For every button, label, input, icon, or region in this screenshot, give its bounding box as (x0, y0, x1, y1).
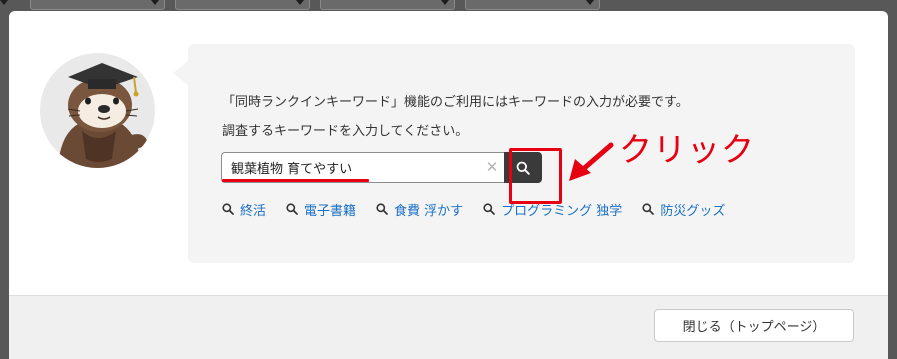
mascot-avatar (40, 53, 155, 168)
keyword-required-modal: 「同時ランクインキーワード」機能のご利用にはキーワードの入力が必要です。 調査す… (9, 11, 888, 359)
suggested-keyword-label: 終活 (240, 203, 267, 219)
chevron-down-icon (151, 0, 159, 5)
suggested-keyword-link[interactable]: 終活 (222, 200, 267, 219)
modal-body: 「同時ランクインキーワード」機能のご利用にはキーワードの入力が必要です。 調査す… (9, 11, 888, 295)
suggested-keyword-link[interactable]: 防災グッズ (642, 200, 726, 219)
modal-footer: 閉じる（トップページ） (9, 295, 888, 359)
suggested-keyword-link[interactable]: 電子書籍 (286, 200, 357, 219)
chevron-down-icon (441, 0, 449, 5)
annotation-highlight-box (509, 148, 562, 204)
chevron-down-icon (296, 0, 304, 5)
chevron-down-icon (0, 0, 8, 5)
suggested-keyword-label: 防災グッズ (660, 203, 726, 219)
highlight-underline (222, 179, 369, 182)
suggested-keyword-label: 食費 浮かす (394, 203, 464, 219)
annotation-label: クリック (619, 130, 755, 169)
search-icon (286, 203, 298, 215)
background-select (30, 0, 165, 10)
close-button[interactable]: 閉じる（トップページ） (654, 309, 854, 342)
search-icon (483, 203, 496, 215)
arrow-icon (569, 142, 614, 181)
instruction-message: 「同時ランクインキーワード」機能のご利用にはキーワードの入力が必要です。 (222, 95, 689, 110)
background-select (465, 0, 600, 10)
close-icon[interactable]: ✕ (484, 159, 500, 175)
background-select (320, 0, 455, 10)
speech-bubble-tail (173, 60, 189, 86)
background-select (175, 0, 310, 10)
search-icon (376, 203, 388, 215)
chevron-down-icon (586, 0, 594, 5)
search-icon (642, 203, 655, 215)
search-icon (222, 203, 234, 215)
suggested-keyword-link[interactable]: 食費 浮かす (376, 200, 464, 219)
suggested-keywords: 終活 電子書籍 食費 浮かす プログラミング 独学 防災グッズ (222, 200, 745, 219)
sea-otter-icon (58, 63, 148, 168)
suggested-keyword-label: 電子書籍 (304, 203, 357, 219)
instruction-message: 調査するキーワードを入力してください。 (222, 124, 469, 139)
